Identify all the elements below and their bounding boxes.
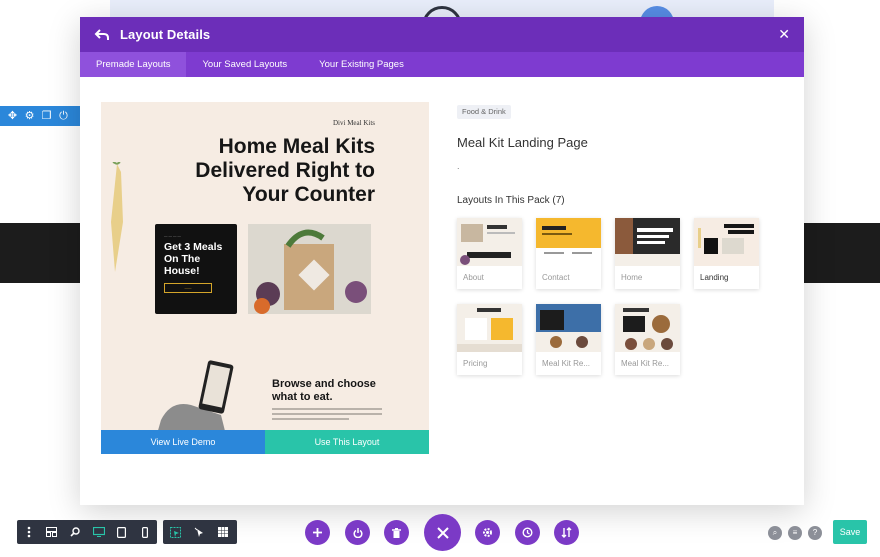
thumb-pricing-image [457, 304, 522, 352]
pack-layout-thumb-recipe-1[interactable]: Meal Kit Re... [536, 304, 601, 375]
thumb-about-image [457, 218, 522, 266]
carrot-image [111, 162, 123, 272]
close-icon[interactable]: ✕ [778, 26, 790, 43]
pack-layout-thumb-home[interactable]: Home [615, 218, 680, 289]
tab-saved-layouts[interactable]: Your Saved Layouts [186, 52, 303, 77]
use-this-layout-button[interactable]: Use This Layout [265, 430, 429, 454]
builder-mode-toolbar [163, 520, 237, 544]
power-icon[interactable]: ⏻ [57, 106, 70, 126]
save-button[interactable]: Save [833, 520, 867, 544]
power-icon[interactable] [345, 520, 370, 545]
thumb-label: Contact [542, 273, 570, 282]
grocery-bag-image [248, 224, 371, 314]
preview-body-text [272, 408, 382, 423]
view-live-demo-button[interactable]: View Live Demo [101, 430, 265, 454]
select-mode-icon[interactable] [163, 520, 187, 544]
modal-header: Layout Details ✕ [80, 17, 804, 52]
portability-icon[interactable] [554, 520, 579, 545]
thumb-recipe-image [536, 304, 601, 352]
desktop-view-icon[interactable] [87, 520, 110, 544]
back-arrow-icon[interactable] [94, 27, 110, 43]
layout-details-modal: Layout Details ✕ Premade Layouts Your Sa… [80, 17, 804, 505]
duplicate-icon[interactable]: ❐ [40, 106, 53, 126]
promo-card-title: Get 3 Meals On The House! [164, 241, 223, 277]
preview-promo-card: — — — — Get 3 Meals On The House! —— [155, 224, 237, 314]
trash-icon[interactable] [384, 520, 409, 545]
modal-tabs: Premade Layouts Your Saved Layouts Your … [80, 52, 804, 77]
move-icon[interactable]: ✥ [6, 106, 19, 126]
pack-layout-thumb-about[interactable]: About [457, 218, 522, 289]
thumb-landing-image [694, 218, 759, 266]
layout-name: Meal Kit Landing Page [457, 135, 588, 150]
thumb-label: Home [621, 273, 643, 282]
thumb-recipe-image [615, 304, 680, 352]
background-dark-section [0, 223, 80, 283]
help-icon[interactable]: ? [808, 526, 822, 540]
builder-view-toolbar [17, 520, 157, 544]
tab-existing-pages[interactable]: Your Existing Pages [303, 52, 420, 77]
thumb-label: Meal Kit Re... [542, 359, 591, 368]
more-icon[interactable] [17, 520, 40, 544]
category-badge: Food & Drink [457, 105, 511, 119]
tab-premade-layouts[interactable]: Premade Layouts [80, 52, 187, 77]
thumb-home-image [615, 218, 680, 266]
preview-brand: Divi Meal Kits [333, 119, 375, 127]
zoom-icon[interactable] [64, 520, 87, 544]
thumb-label: About [463, 273, 484, 282]
pack-layout-thumb-recipe-2[interactable]: Meal Kit Re... [615, 304, 680, 375]
thumb-contact-image [536, 218, 601, 266]
row-settings-toolbar: ✥ ⚙ ❐ ⏻ [0, 106, 80, 126]
grid-mode-icon[interactable] [211, 520, 235, 544]
modal-title: Layout Details [120, 27, 211, 42]
thumb-label: Landing [700, 273, 729, 282]
thumb-label: Pricing [463, 359, 488, 368]
hover-mode-icon[interactable] [187, 520, 211, 544]
thumb-label: Meal Kit Re... [621, 359, 670, 368]
add-button[interactable] [305, 520, 330, 545]
promo-card-decoration: — — — — [164, 234, 181, 238]
wireframe-view-icon[interactable] [40, 520, 63, 544]
pack-layout-thumb-landing[interactable]: Landing [694, 218, 759, 289]
layout-preview-image: Divi Meal Kits Home Meal Kits Delivered … [101, 102, 429, 454]
pack-layout-thumb-contact[interactable]: Contact [536, 218, 601, 289]
pack-layout-thumb-pricing[interactable]: Pricing [457, 304, 522, 375]
history-icon[interactable] [515, 520, 540, 545]
preview-subheadline: Browse and choose what to eat. [272, 378, 376, 403]
preview-headline: Home Meal Kits Delivered Right to Your C… [195, 135, 375, 206]
phone-view-icon[interactable] [134, 520, 157, 544]
tablet-view-icon[interactable] [110, 520, 133, 544]
promo-card-button: —— [164, 283, 212, 293]
layout-description: . [457, 161, 460, 171]
background-dark-section [804, 223, 880, 283]
gear-icon[interactable] [475, 520, 500, 545]
search-icon[interactable]: ⌕ [768, 526, 782, 540]
pack-title: Layouts In This Pack (7) [457, 195, 565, 206]
layers-icon[interactable]: ≡ [788, 526, 802, 540]
close-builder-button[interactable] [424, 514, 461, 551]
gear-icon[interactable]: ⚙ [23, 106, 36, 126]
